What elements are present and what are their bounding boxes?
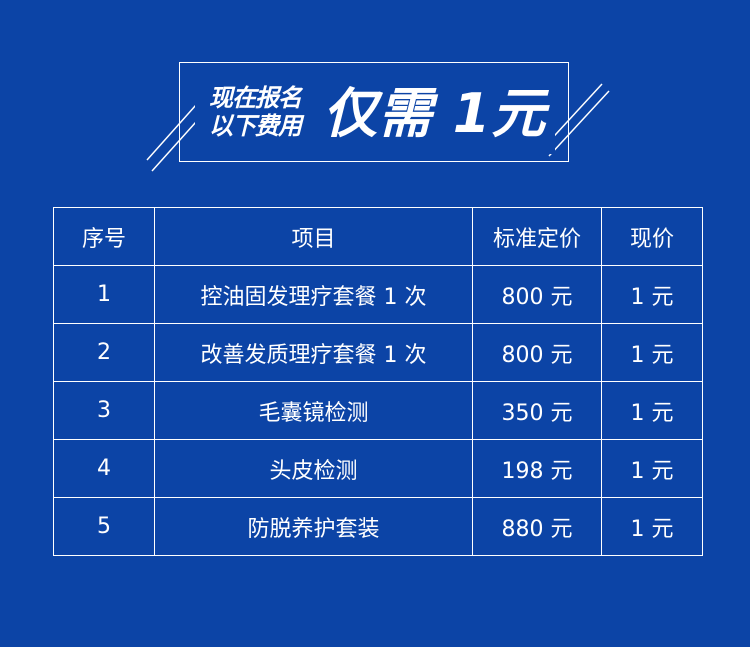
row-index: 1	[53, 265, 155, 324]
row-index: 4	[53, 439, 155, 498]
row-standard-price: 350 元	[472, 381, 602, 440]
table-header-row: 序号 项目 标准定价 现价	[53, 207, 703, 266]
row-item: 防脱养护套装	[154, 497, 473, 556]
banner-line-2: 以下费用	[209, 112, 302, 140]
row-item: 改善发质理疗套餐 1 次	[154, 323, 473, 382]
row-index: 5	[53, 497, 155, 556]
row-current-price: 1 元	[601, 497, 703, 556]
table-row: 4 头皮检测 198 元 1 元	[53, 439, 703, 498]
banner-highlight: 仅需 1元	[323, 82, 547, 145]
header-item: 项目	[154, 207, 473, 266]
row-item: 控油固发理疗套餐 1 次	[154, 265, 473, 324]
row-index: 3	[53, 381, 155, 440]
row-index: 2	[53, 323, 155, 382]
banner-line-1: 现在报名	[209, 84, 302, 112]
banner: 现在报名 以下费用 仅需 1元	[195, 74, 555, 154]
row-current-price: 1 元	[601, 439, 703, 498]
banner-subtitle: 现在报名 以下费用	[209, 84, 302, 140]
table-row: 5 防脱养护套装 880 元 1 元	[53, 497, 703, 556]
table-row: 3 毛囊镜检测 350 元 1 元	[53, 381, 703, 440]
row-current-price: 1 元	[601, 381, 703, 440]
row-current-price: 1 元	[601, 323, 703, 382]
row-current-price: 1 元	[601, 265, 703, 324]
table-row: 1 控油固发理疗套餐 1 次 800 元 1 元	[53, 265, 703, 324]
header-current-price: 现价	[601, 207, 703, 266]
row-item: 头皮检测	[154, 439, 473, 498]
header-index: 序号	[53, 207, 155, 266]
slash-right-2	[548, 90, 610, 157]
row-standard-price: 800 元	[472, 323, 602, 382]
row-standard-price: 198 元	[472, 439, 602, 498]
header-standard-price: 标准定价	[472, 207, 602, 266]
table-row: 2 改善发质理疗套餐 1 次 800 元 1 元	[53, 323, 703, 382]
price-table: 序号 项目 标准定价 现价 1 控油固发理疗套餐 1 次 800 元 1 元 2…	[53, 207, 703, 556]
row-standard-price: 880 元	[472, 497, 602, 556]
row-standard-price: 800 元	[472, 265, 602, 324]
row-item: 毛囊镜检测	[154, 381, 473, 440]
